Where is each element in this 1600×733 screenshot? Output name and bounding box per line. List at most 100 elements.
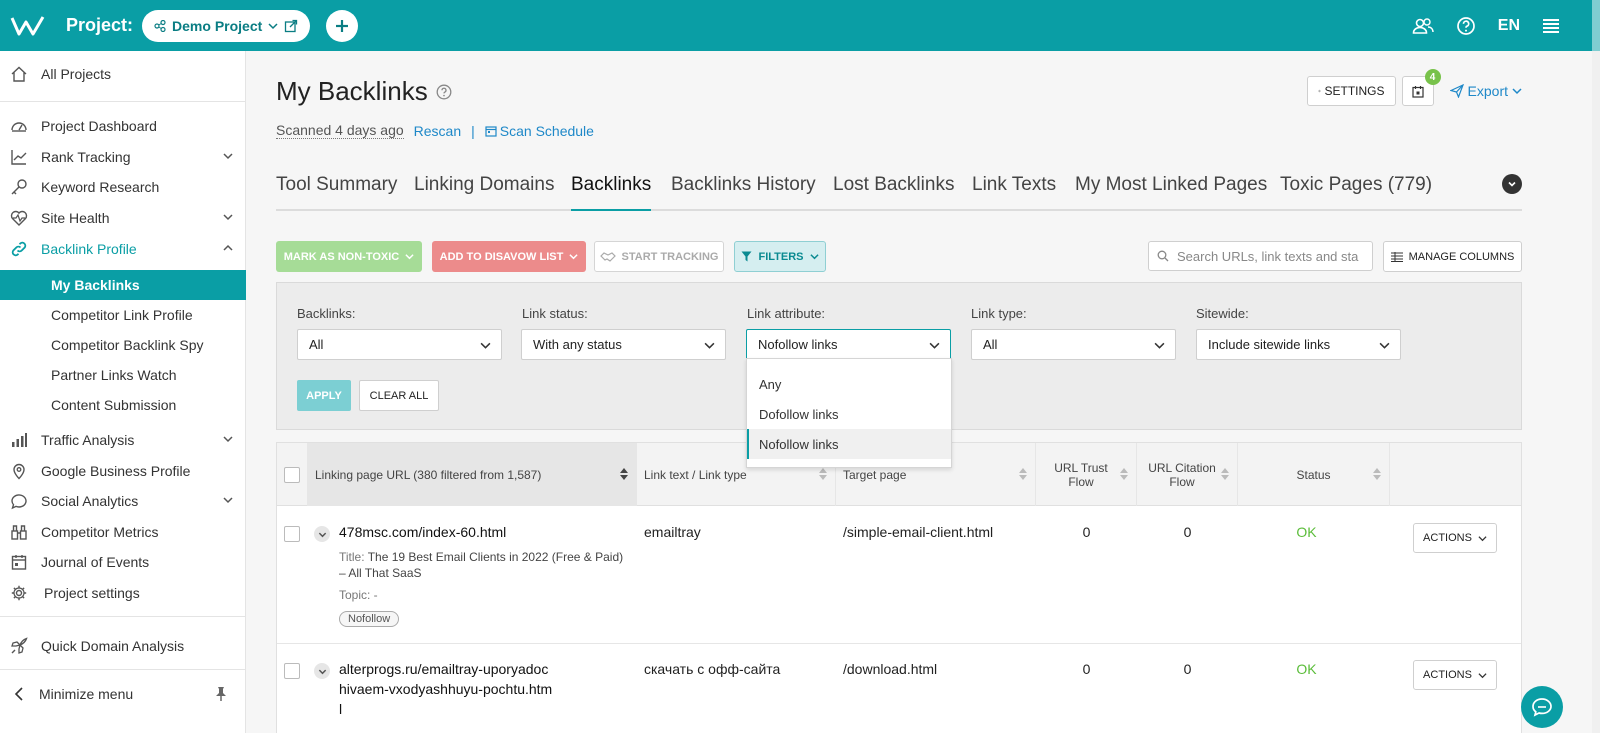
target-page-link[interactable]: /simple-email-client.html <box>843 524 993 540</box>
clear-all-button[interactable]: CLEAR ALL <box>359 380 439 411</box>
settings-button[interactable]: SETTINGS <box>1306 76 1396 106</box>
tab-tool-summary[interactable]: Tool Summary <box>276 171 397 211</box>
scrollbar[interactable] <box>1592 51 1600 733</box>
column-status[interactable]: Status <box>1238 443 1390 506</box>
add-project-button[interactable] <box>326 9 359 42</box>
chat-support-button[interactable] <box>1521 686 1563 728</box>
chevron-down-icon <box>809 254 819 260</box>
sidebar-subitem-my-backlinks[interactable]: My Backlinks <box>0 270 246 300</box>
chat-icon <box>1532 698 1552 717</box>
sidebar-subitem-partner-links-watch[interactable]: Partner Links Watch <box>0 360 246 390</box>
sidebar: All Projects Project Dashboard Rank Trac… <box>0 51 246 733</box>
project-selector[interactable]: Demo Project <box>142 9 311 42</box>
expand-row-button[interactable] <box>314 663 330 679</box>
chevron-down-icon <box>268 22 278 29</box>
row-checkbox[interactable] <box>284 663 300 679</box>
sidebar-item-google-business-profile[interactable]: Google Business Profile <box>0 456 246 486</box>
add-to-disavow-button[interactable]: ADD TO DISAVOW LIST <box>432 241 586 272</box>
row-checkbox[interactable] <box>284 526 300 542</box>
sidebar-item-traffic-analysis[interactable]: Traffic Analysis <box>0 425 246 455</box>
tab-linking-domains[interactable]: Linking Domains <box>414 171 554 211</box>
calendar-icon <box>485 125 497 137</box>
column-url-trust-flow[interactable]: URL Trust Flow <box>1036 443 1137 506</box>
tabs-expand-button[interactable] <box>1502 174 1522 194</box>
filter-sitewide-select[interactable]: Include sitewide links <box>1196 329 1401 360</box>
export-button[interactable]: Export <box>1449 83 1522 99</box>
webceo-logo[interactable] <box>10 14 46 38</box>
help-circle-icon[interactable] <box>436 84 452 100</box>
sidebar-subitem-competitor-backlink-spy[interactable]: Competitor Backlink Spy <box>0 330 246 360</box>
table-row: 478msc.com/index-60.html Title: The 19 B… <box>277 507 1521 644</box>
minimize-menu-button[interactable]: Minimize menu <box>0 679 246 709</box>
users-icon[interactable] <box>1412 17 1434 35</box>
sidebar-item-site-health[interactable]: Site Health <box>0 203 246 233</box>
select-all-checkbox[interactable] <box>284 466 300 483</box>
sidebar-subitem-competitor-link-profile[interactable]: Competitor Link Profile <box>0 300 246 330</box>
sidebar-item-quick-domain-analysis[interactable]: Quick Domain Analysis <box>0 631 246 661</box>
apply-button[interactable]: APPLY <box>297 380 351 411</box>
sidebar-item-all-projects[interactable]: All Projects <box>0 59 246 89</box>
actions-label: ACTIONS <box>1423 669 1472 681</box>
sidebar-item-social-analytics[interactable]: Social Analytics <box>0 486 246 516</box>
filter-link-attribute-select[interactable]: Nofollow links <box>746 329 951 360</box>
tab-backlinks[interactable]: Backlinks <box>571 171 652 211</box>
sidebar-item-keyword-research[interactable]: Keyword Research <box>0 172 246 202</box>
sidebar-item-project-settings[interactable]: Project settings <box>0 578 246 608</box>
manage-columns-button[interactable]: MANAGE COLUMNS <box>1383 241 1522 272</box>
sidebar-item-backlink-profile[interactable]: Backlink Profile <box>0 234 246 264</box>
chevron-down-icon <box>318 532 326 537</box>
tab-my-most-linked-pages[interactable]: My Most Linked Pages <box>1075 171 1267 211</box>
column-url-citation-flow[interactable]: URL Citation Flow <box>1137 443 1238 506</box>
filter-link-attribute-label: Link attribute: <box>747 306 826 321</box>
chevron-down-icon <box>223 153 233 160</box>
tab-link-texts[interactable]: Link Texts <box>972 171 1056 211</box>
filter-link-type-select[interactable]: All <box>971 329 1176 360</box>
filter-link-status-select[interactable]: With any status <box>521 329 726 360</box>
sort-icon <box>620 468 628 480</box>
filters-button[interactable]: FILTERS <box>734 241 826 272</box>
chevron-down-icon <box>223 214 233 221</box>
rescan-link[interactable]: Rescan <box>414 123 461 139</box>
sidebar-item-label: Google Business Profile <box>41 463 191 479</box>
sidebar-item-project-dashboard[interactable]: Project Dashboard <box>0 111 246 141</box>
tabs-bar: Tool Summary Linking Domains Backlinks B… <box>276 171 1522 211</box>
linking-page-url[interactable]: 478msc.com/index-60.html <box>339 522 629 542</box>
start-tracking-button[interactable]: START TRACKING <box>594 241 724 272</box>
help-icon[interactable] <box>1456 16 1476 36</box>
option-dofollow-links[interactable]: Dofollow links <box>747 399 951 429</box>
filters-label: FILTERS <box>758 250 804 263</box>
search-input[interactable]: Search URLs, link texts and sta <box>1148 241 1373 271</box>
calendar-button[interactable]: 4 <box>1401 69 1441 106</box>
sidebar-item-label: Traffic Analysis <box>41 432 135 448</box>
actions-button[interactable]: ACTIONS <box>1413 660 1497 690</box>
sidebar-subitem-content-submission[interactable]: Content Submission <box>0 390 246 420</box>
option-nofollow-links[interactable]: Nofollow links <box>747 429 951 459</box>
sidebar-item-competitor-metrics[interactable]: Competitor Metrics <box>0 517 246 547</box>
scanned-date: Scanned 4 days ago <box>276 122 404 139</box>
language-selector[interactable]: EN <box>1498 17 1520 35</box>
scan-info: Scanned 4 days ago Rescan | Scan Schedul… <box>276 122 594 139</box>
linking-page-url[interactable]: alterprogs.ru/emailtray-uporyadochivaem-… <box>339 659 554 719</box>
option-any[interactable]: Any <box>747 369 951 399</box>
sidebar-item-journal-of-events[interactable]: Journal of Events <box>0 547 246 577</box>
pin-icon[interactable] <box>214 686 228 702</box>
scan-schedule-link[interactable]: Scan Schedule <box>485 123 594 139</box>
target-page-link[interactable]: /download.html <box>843 661 937 677</box>
heart-pulse-icon <box>9 208 29 228</box>
filter-backlinks-select[interactable]: All <box>297 329 502 360</box>
chevron-down-icon <box>1508 181 1516 187</box>
sidebar-item-rank-tracking[interactable]: Rank Tracking <box>0 142 246 172</box>
external-link-icon[interactable] <box>284 19 298 33</box>
sidebar-divider <box>0 101 246 102</box>
tab-toxic-pages[interactable]: Toxic Pages (779) <box>1280 171 1432 211</box>
mark-non-toxic-button[interactable]: MARK AS NON-TOXIC <box>276 241 422 272</box>
expand-row-button[interactable] <box>314 526 330 542</box>
chevron-down-icon <box>1478 672 1487 678</box>
actions-button[interactable]: ACTIONS <box>1413 523 1497 553</box>
backlinks-table: Linking page URL (380 filtered from 1,58… <box>276 442 1522 733</box>
chevron-down-icon <box>480 342 491 349</box>
menu-icon[interactable] <box>1542 18 1560 34</box>
tab-backlinks-history[interactable]: Backlinks History <box>671 171 816 211</box>
tab-lost-backlinks[interactable]: Lost Backlinks <box>833 171 954 211</box>
column-linking-page-url[interactable]: Linking page URL (380 filtered from 1,58… <box>308 443 637 506</box>
